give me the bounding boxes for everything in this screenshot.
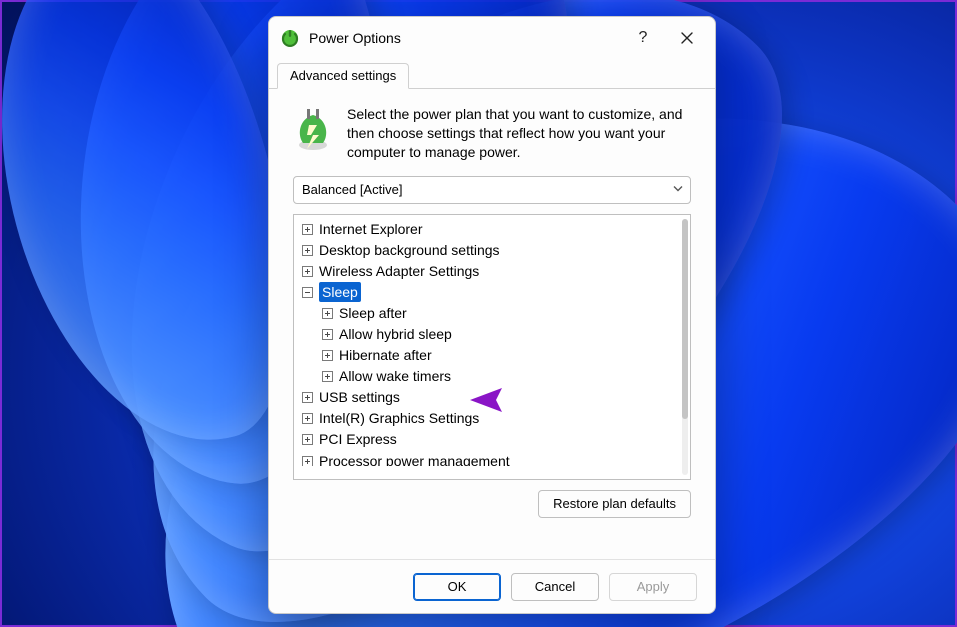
close-button[interactable] <box>665 23 709 53</box>
tree-label: Intel(R) Graphics Settings <box>319 408 479 428</box>
close-icon <box>681 32 693 44</box>
tree-item-hybrid-sleep[interactable]: Allow hybrid sleep <box>296 324 678 345</box>
tree-item-intel-graphics[interactable]: Intel(R) Graphics Settings <box>296 408 678 429</box>
tree-item-desktop-background[interactable]: Desktop background settings <box>296 240 678 261</box>
expand-icon[interactable] <box>302 413 313 424</box>
tree-label: Sleep after <box>339 303 407 323</box>
apply-button: Apply <box>609 573 697 601</box>
expand-icon[interactable] <box>322 308 333 319</box>
tree-label: Processor power management <box>319 451 510 466</box>
chevron-down-icon <box>672 182 684 197</box>
intro-row: Select the power plan that you want to c… <box>293 105 691 162</box>
tab-strip: Advanced settings <box>269 59 715 89</box>
expand-icon[interactable] <box>322 350 333 361</box>
tree-label: PCI Express <box>319 429 397 449</box>
tree-item-wireless-adapter[interactable]: Wireless Adapter Settings <box>296 261 678 282</box>
power-plan-selected: Balanced [Active] <box>302 182 402 197</box>
tree-item-sleep-after[interactable]: Sleep after <box>296 303 678 324</box>
expand-icon[interactable] <box>302 224 313 235</box>
expand-icon[interactable] <box>302 392 313 403</box>
tree-label: Allow hybrid sleep <box>339 324 452 344</box>
tree-item-internet-explorer[interactable]: Internet Explorer <box>296 219 678 240</box>
power-plan-dropdown[interactable]: Balanced [Active] <box>293 176 691 204</box>
titlebar[interactable]: Power Options ? <box>269 17 715 59</box>
tree-label: Allow wake timers <box>339 366 451 386</box>
tree-label: Hibernate after <box>339 345 432 365</box>
expand-icon[interactable] <box>302 434 313 445</box>
scrollbar-thumb[interactable] <box>682 219 688 419</box>
expand-icon[interactable] <box>322 329 333 340</box>
power-plan-icon <box>293 105 333 153</box>
expand-icon[interactable] <box>322 371 333 382</box>
tree-label: USB settings <box>319 387 400 407</box>
expand-icon[interactable] <box>302 456 313 466</box>
power-options-icon <box>279 27 301 49</box>
dialog-footer: OK Cancel Apply <box>269 559 715 613</box>
power-options-dialog: Power Options ? Advanced settings <box>268 16 716 614</box>
tree-item-hibernate-after[interactable]: Hibernate after <box>296 345 678 366</box>
tree-item-usb-settings[interactable]: USB settings <box>296 387 678 408</box>
expand-icon[interactable] <box>302 266 313 277</box>
desktop-background: Power Options ? Advanced settings <box>0 0 957 627</box>
tree-item-pci-express[interactable]: PCI Express <box>296 429 678 450</box>
help-button[interactable]: ? <box>621 23 665 53</box>
window-title: Power Options <box>309 30 621 46</box>
ok-button[interactable]: OK <box>413 573 501 601</box>
tree-item-sleep[interactable]: Sleep <box>296 282 678 303</box>
intro-text: Select the power plan that you want to c… <box>347 105 691 162</box>
tree-label: Wireless Adapter Settings <box>319 261 479 281</box>
tab-advanced-settings[interactable]: Advanced settings <box>277 63 409 89</box>
restore-defaults-button[interactable]: Restore plan defaults <box>538 490 691 518</box>
expand-icon[interactable] <box>302 245 313 256</box>
tree-label: Desktop background settings <box>319 240 500 260</box>
tree-label: Internet Explorer <box>319 219 423 239</box>
settings-tree: Internet Explorer Desktop background set… <box>293 214 691 480</box>
tree-item-allow-wake-timers[interactable]: Allow wake timers <box>296 366 678 387</box>
tree-label-selected: Sleep <box>319 282 361 302</box>
collapse-icon[interactable] <box>302 287 313 298</box>
cancel-button[interactable]: Cancel <box>511 573 599 601</box>
dialog-body: Select the power plan that you want to c… <box>269 89 715 559</box>
tree-item-processor-power[interactable]: Processor power management <box>296 451 678 466</box>
